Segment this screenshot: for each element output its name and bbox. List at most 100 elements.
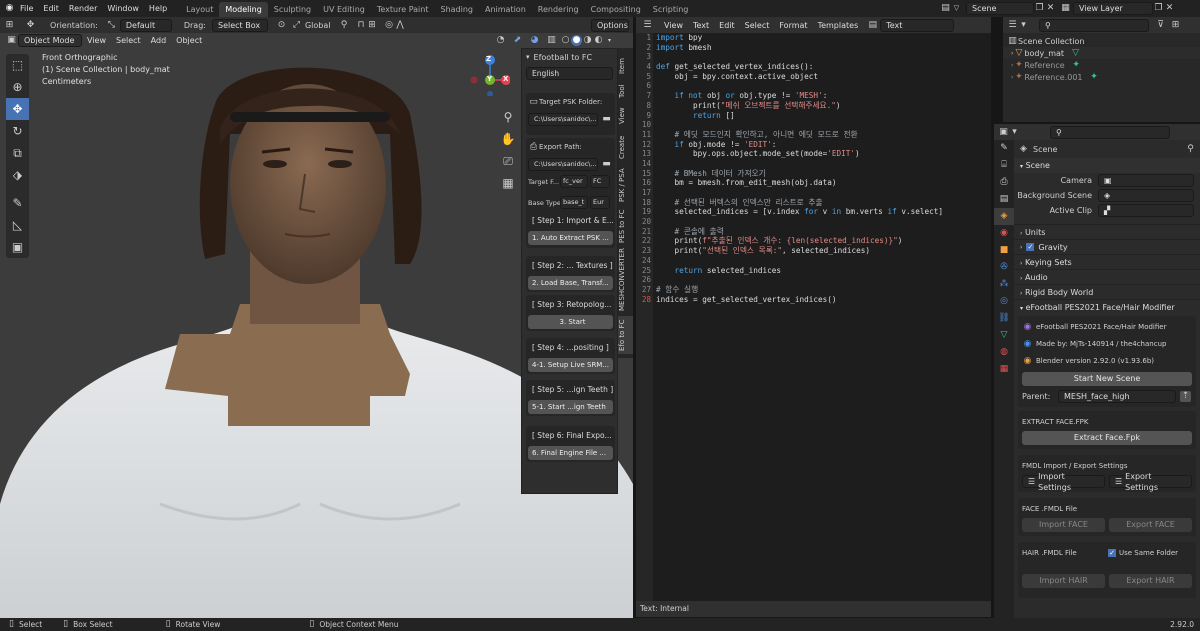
output-tab-icon[interactable]: ⎙ [994,174,1014,191]
scene-icon[interactable]: ▤ [940,3,951,14]
base-type-field[interactable]: base_t [560,196,588,209]
move-tool-icon[interactable]: ✥ [25,20,36,31]
pivot-point-icon[interactable]: ⚲ [339,20,350,31]
pivot-icon[interactable]: ⊙ [276,20,287,31]
menu-edit[interactable]: Edit [714,17,740,34]
tab-tool[interactable]: Tool [618,80,633,102]
scene-tab-icon[interactable]: ◈ [994,208,1014,225]
visibility-icon[interactable]: ◔ [495,35,506,46]
display-mode-icon[interactable]: ▾ [1018,20,1029,31]
cursor-tool-icon[interactable]: ⊕ [6,76,29,98]
tab-item[interactable]: Item [618,54,633,78]
menu-add[interactable]: Add [146,32,172,49]
step-6-button[interactable]: 6. Final Engine File ... [528,446,613,460]
new-scene-icon[interactable]: ❐ [1034,3,1045,14]
menu-edit[interactable]: Edit [38,0,64,17]
view-layer-tab-icon[interactable]: ▤ [994,191,1014,208]
tool-tab-icon[interactable]: ✎ [994,140,1014,157]
tab-sculpting[interactable]: Sculpting [268,2,317,17]
measure-tool-icon[interactable]: ◺ [6,214,29,236]
active-clip-field[interactable]: ▞ [1098,204,1194,217]
scene-selector[interactable]: Scene [966,2,1034,15]
world-tab-icon[interactable]: ◉ [994,225,1014,242]
outliner-search[interactable]: ⚲ [1039,18,1149,32]
menu-text[interactable]: Text [688,17,714,34]
view-layer-icon[interactable]: ▦ [1060,3,1071,14]
gravity-section[interactable]: › ✓ Gravity [1014,239,1200,254]
gravity-checkbox[interactable]: ✓ [1026,243,1035,251]
step-4-button[interactable]: 4-1. Setup Live SRM... [528,358,613,372]
export-settings-dropdown[interactable]: ☰ Export Settings [1109,472,1192,492]
shading-rendered-icon[interactable]: ◐ [593,35,604,46]
pan-hand-icon[interactable]: ✋ [500,128,516,150]
material-tab-icon[interactable]: ◍ [994,344,1014,361]
new-layer-icon[interactable]: ❐ [1153,3,1164,14]
options-dropdown[interactable]: Options [591,18,629,32]
add-cube-icon[interactable]: ▣ [6,236,29,258]
tab-pes-to-fc[interactable]: PES to FC [618,208,633,244]
snap-icon[interactable]: ⊓ [356,20,367,31]
browse-export-icon[interactable]: ▬ [601,159,612,170]
import-face-button[interactable]: Import FACE [1022,518,1105,532]
menu-window[interactable]: Window [102,0,144,17]
extract-face-button[interactable]: Extract Face.Fpk [1022,431,1192,445]
xray-icon[interactable]: ▥ [546,35,557,46]
step-3-button[interactable]: 3. Start [528,315,613,329]
menu-templates[interactable]: Templates [813,17,864,34]
menu-format[interactable]: Format [774,17,812,34]
export-hair-button[interactable]: Export HAIR [1109,574,1192,588]
shading-material-icon[interactable]: ◑ [582,35,593,46]
orientation-dropdown[interactable]: Default [119,18,172,32]
text-editor[interactable]: ☰ View Text Edit Select Format Templates… [636,17,991,617]
step-2-button[interactable]: 2. Load Base, Transf... [528,276,613,290]
scene-collection-label[interactable]: Scene Collection [1018,37,1085,46]
target-psk-field[interactable]: C:\Users\sanidoc\... [528,113,598,126]
tab-meshconverter[interactable]: MESHCONVERTER [618,248,633,312]
tab-modeling[interactable]: Modeling [219,1,268,17]
export-path-field[interactable]: C:\Users\sanidoc\... [528,158,598,171]
delete-scene-icon[interactable]: ✕ [1045,3,1056,14]
properties-menu-icon[interactable]: ▾ [1009,127,1020,138]
outliner-item[interactable]: › ▽ body_mat ▽ [1003,47,1200,59]
object-tab-icon[interactable]: ■ [994,242,1014,259]
step-1-button[interactable]: 1. Auto Extract PSK ... [528,231,613,245]
new-collection-icon[interactable]: ⊞ [1170,20,1181,31]
outliner-item[interactable]: › ✦ Reference.001 ✦ [1003,71,1200,83]
addon-section-header[interactable]: ▾ eFootball PES2021 Face/Hair Modifier [1014,299,1200,314]
shading-options-icon[interactable]: ▾ [604,35,615,46]
base-type-dropdown[interactable]: Eur [590,196,610,209]
transform-tool-icon[interactable]: ⬗ [6,164,29,186]
filter-icon[interactable]: ⊽ [1155,20,1166,31]
blender-logo-icon[interactable]: ◉ [4,3,15,14]
particles-tab-icon[interactable]: ⁂ [994,276,1014,293]
grid-view-icon[interactable]: ▦ [500,172,516,194]
tab-compositing[interactable]: Compositing [585,2,647,17]
shading-solid-icon[interactable]: ● [571,35,582,46]
tab-rendering[interactable]: Rendering [532,2,585,17]
tab-uv-editing[interactable]: UV Editing [317,2,371,17]
editor-type-icon[interactable]: ☰ [642,20,653,31]
move-tool-icon[interactable]: ✥ [6,98,29,120]
menu-view[interactable]: View [659,17,688,34]
background-scene-field[interactable]: ◈ [1098,189,1194,202]
menu-view[interactable]: View [82,32,111,49]
export-face-button[interactable]: Export FACE [1109,518,1192,532]
outliner-item[interactable]: › ✦ Reference ✦ [1003,59,1200,71]
constraints-tab-icon[interactable]: ⛓ [994,310,1014,327]
menu-object[interactable]: Object [171,32,207,49]
target-f-field[interactable]: fc_ver [560,175,588,188]
mode-dropdown[interactable]: Object Mode [18,34,82,47]
units-section[interactable]: › Units [1014,224,1200,239]
modifier-tab-icon[interactable]: ✇ [994,259,1014,276]
render-tab-icon[interactable]: ⌸ [994,157,1014,174]
start-new-scene-button[interactable]: Start New Scene [1022,372,1192,386]
step-5-button[interactable]: 5-1. Start ...ign Teeth [528,400,613,414]
data-tab-icon[interactable]: ▽ [994,327,1014,344]
tab-psk-psa[interactable]: PSK / PSA [618,166,633,204]
tab-create[interactable]: Create [618,132,633,162]
rigid-body-section[interactable]: › Rigid Body World [1014,284,1200,299]
keying-sets-section[interactable]: › Keying Sets [1014,254,1200,269]
falloff-icon[interactable]: ⋀ [395,20,406,31]
snap-settings-icon[interactable]: ⊞ [367,20,378,31]
overlay-icon[interactable]: ◕ [529,35,540,46]
